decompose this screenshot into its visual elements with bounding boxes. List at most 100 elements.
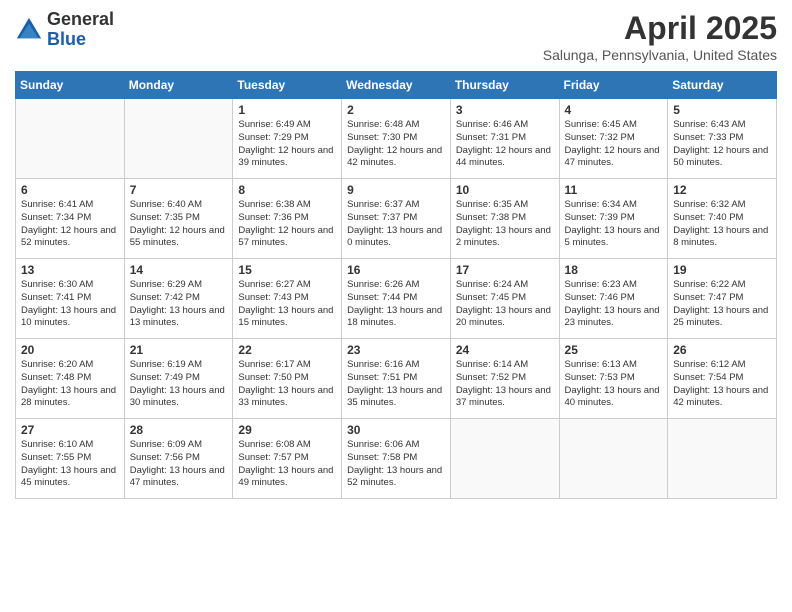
calendar-day-cell: 2Sunrise: 6:48 AMSunset: 7:30 PMDaylight…	[342, 99, 451, 179]
day-number: 3	[456, 103, 554, 117]
day-info: Sunrise: 6:27 AMSunset: 7:43 PMDaylight:…	[238, 279, 336, 330]
calendar-day-cell: 9 Sunrise: 6:37 AMSunset: 7:37 PMDaylight…	[342, 179, 451, 259]
day-info: Sunrise: 6:37 AMSunset: 7:37 PMDaylight:…	[347, 199, 445, 250]
calendar-day-cell	[124, 99, 233, 179]
calendar-day-cell: 24 Sunrise: 6:14 AMSunset: 7:52 PMDayligh…	[450, 339, 559, 419]
logo-blue: Blue	[47, 29, 86, 49]
calendar-day-cell: 25 Sunrise: 6:13 AMSunset: 7:53 PMDayligh…	[559, 339, 668, 419]
day-number: 29	[238, 423, 336, 437]
calendar-day-cell: 26Sunrise: 6:12 AMSunset: 7:54 PMDayligh…	[668, 339, 777, 419]
month-year-title: April 2025	[543, 10, 777, 47]
day-number: 11	[565, 183, 663, 197]
calendar-day-cell: 13 Sunrise: 6:30 AMSunset: 7:41 PMDayligh…	[16, 259, 125, 339]
weekday-header-row: SundayMondayTuesdayWednesdayThursdayFrid…	[16, 72, 777, 99]
calendar-day-cell: 19 Sunrise: 6:22 AMSunset: 7:47 PMDayligh…	[668, 259, 777, 339]
day-info: Sunrise: 6:13 AMSunset: 7:53 PMDaylight:…	[565, 359, 663, 410]
day-number: 4	[565, 103, 663, 117]
day-number: 12	[673, 183, 771, 197]
calendar-day-cell: 16 Sunrise: 6:26 AMSunset: 7:44 PMDayligh…	[342, 259, 451, 339]
day-info: Sunrise: 6:23 AMSunset: 7:46 PMDaylight:…	[565, 279, 663, 330]
calendar-week-row: 6 Sunrise: 6:41 AMSunset: 7:34 PMDaylight…	[16, 179, 777, 259]
day-number: 14	[130, 263, 228, 277]
day-number: 20	[21, 343, 119, 357]
calendar-week-row: 20 Sunrise: 6:20 AMSunset: 7:48 PMDayligh…	[16, 339, 777, 419]
day-number: 9	[347, 183, 445, 197]
day-number: 7	[130, 183, 228, 197]
calendar-day-cell: 21 Sunrise: 6:19 AMSunset: 7:49 PMDayligh…	[124, 339, 233, 419]
day-info: Sunrise: 6:29 AMSunset: 7:42 PMDaylight:…	[130, 279, 228, 330]
calendar-week-row: 27 Sunrise: 6:10 AMSunset: 7:55 PMDayligh…	[16, 419, 777, 499]
weekday-header-cell: Wednesday	[342, 72, 451, 99]
calendar-day-cell: 11 Sunrise: 6:34 AMSunset: 7:39 PMDayligh…	[559, 179, 668, 259]
day-info: Sunrise: 6:22 AMSunset: 7:47 PMDaylight:…	[673, 279, 771, 330]
calendar-day-cell: 29Sunrise: 6:08 AMSunset: 7:57 PMDayligh…	[233, 419, 342, 499]
title-block: April 2025 Salunga, Pennsylvania, United…	[543, 10, 777, 63]
logo: General Blue	[15, 10, 114, 50]
day-number: 28	[130, 423, 228, 437]
day-number: 19	[673, 263, 771, 277]
day-info: Sunrise: 6:10 AMSunset: 7:55 PMDaylight:…	[21, 439, 119, 490]
day-number: 21	[130, 343, 228, 357]
day-info: Sunrise: 6:26 AMSunset: 7:44 PMDaylight:…	[347, 279, 445, 330]
calendar-day-cell: 15 Sunrise: 6:27 AMSunset: 7:43 PMDayligh…	[233, 259, 342, 339]
day-info: Sunrise: 6:30 AMSunset: 7:41 PMDaylight:…	[21, 279, 119, 330]
calendar-day-cell: 4 Sunrise: 6:45 AMSunset: 7:32 PMDaylight…	[559, 99, 668, 179]
day-info: Sunrise: 6:40 AMSunset: 7:35 PMDaylight:…	[130, 199, 228, 250]
day-number: 13	[21, 263, 119, 277]
day-number: 26	[673, 343, 771, 357]
weekday-header-cell: Friday	[559, 72, 668, 99]
day-number: 17	[456, 263, 554, 277]
day-number: 25	[565, 343, 663, 357]
day-info: Sunrise: 6:19 AMSunset: 7:49 PMDaylight:…	[130, 359, 228, 410]
logo-general: General	[47, 9, 114, 29]
calendar-table: SundayMondayTuesdayWednesdayThursdayFrid…	[15, 71, 777, 499]
page-header: General Blue April 2025 Salunga, Pennsyl…	[15, 10, 777, 63]
day-number: 27	[21, 423, 119, 437]
day-number: 22	[238, 343, 336, 357]
calendar-day-cell: 18Sunrise: 6:23 AMSunset: 7:46 PMDayligh…	[559, 259, 668, 339]
day-number: 6	[21, 183, 119, 197]
logo-icon	[15, 16, 43, 44]
calendar-day-cell: 3Sunrise: 6:46 AMSunset: 7:31 PMDaylight…	[450, 99, 559, 179]
day-info: Sunrise: 6:20 AMSunset: 7:48 PMDaylight:…	[21, 359, 119, 410]
day-info: Sunrise: 6:45 AMSunset: 7:32 PMDaylight:…	[565, 119, 663, 170]
calendar-week-row: 1 Sunrise: 6:49 AMSunset: 7:29 PMDaylight…	[16, 99, 777, 179]
day-number: 1	[238, 103, 336, 117]
weekday-header-cell: Thursday	[450, 72, 559, 99]
day-info: Sunrise: 6:09 AMSunset: 7:56 PMDaylight:…	[130, 439, 228, 490]
weekday-header-cell: Saturday	[668, 72, 777, 99]
day-info: Sunrise: 6:41 AMSunset: 7:34 PMDaylight:…	[21, 199, 119, 250]
calendar-day-cell: 22Sunrise: 6:17 AMSunset: 7:50 PMDayligh…	[233, 339, 342, 419]
day-number: 23	[347, 343, 445, 357]
day-info: Sunrise: 6:43 AMSunset: 7:33 PMDaylight:…	[673, 119, 771, 170]
calendar-day-cell: 30Sunrise: 6:06 AMSunset: 7:58 PMDayligh…	[342, 419, 451, 499]
calendar-day-cell: 6 Sunrise: 6:41 AMSunset: 7:34 PMDaylight…	[16, 179, 125, 259]
calendar-day-cell: 1 Sunrise: 6:49 AMSunset: 7:29 PMDaylight…	[233, 99, 342, 179]
calendar-day-cell: 20 Sunrise: 6:20 AMSunset: 7:48 PMDayligh…	[16, 339, 125, 419]
day-info: Sunrise: 6:49 AMSunset: 7:29 PMDaylight:…	[238, 119, 336, 170]
day-info: Sunrise: 6:14 AMSunset: 7:52 PMDaylight:…	[456, 359, 554, 410]
calendar-week-row: 13 Sunrise: 6:30 AMSunset: 7:41 PMDayligh…	[16, 259, 777, 339]
calendar-day-cell: 23Sunrise: 6:16 AMSunset: 7:51 PMDayligh…	[342, 339, 451, 419]
day-info: Sunrise: 6:48 AMSunset: 7:30 PMDaylight:…	[347, 119, 445, 170]
calendar-day-cell: 12Sunrise: 6:32 AMSunset: 7:40 PMDayligh…	[668, 179, 777, 259]
calendar-day-cell: 8 Sunrise: 6:38 AMSunset: 7:36 PMDaylight…	[233, 179, 342, 259]
day-number: 10	[456, 183, 554, 197]
day-number: 8	[238, 183, 336, 197]
day-info: Sunrise: 6:38 AMSunset: 7:36 PMDaylight:…	[238, 199, 336, 250]
calendar-day-cell: 7 Sunrise: 6:40 AMSunset: 7:35 PMDaylight…	[124, 179, 233, 259]
day-number: 16	[347, 263, 445, 277]
calendar-day-cell: 10Sunrise: 6:35 AMSunset: 7:38 PMDayligh…	[450, 179, 559, 259]
day-info: Sunrise: 6:34 AMSunset: 7:39 PMDaylight:…	[565, 199, 663, 250]
calendar-day-cell: 28 Sunrise: 6:09 AMSunset: 7:56 PMDayligh…	[124, 419, 233, 499]
calendar-day-cell: 5Sunrise: 6:43 AMSunset: 7:33 PMDaylight…	[668, 99, 777, 179]
calendar-body: 1 Sunrise: 6:49 AMSunset: 7:29 PMDaylight…	[16, 99, 777, 499]
weekday-header-cell: Sunday	[16, 72, 125, 99]
day-number: 24	[456, 343, 554, 357]
day-info: Sunrise: 6:06 AMSunset: 7:58 PMDaylight:…	[347, 439, 445, 490]
calendar-day-cell	[668, 419, 777, 499]
calendar-day-cell: 14 Sunrise: 6:29 AMSunset: 7:42 PMDayligh…	[124, 259, 233, 339]
day-number: 15	[238, 263, 336, 277]
calendar-day-cell	[450, 419, 559, 499]
calendar-day-cell: 17Sunrise: 6:24 AMSunset: 7:45 PMDayligh…	[450, 259, 559, 339]
